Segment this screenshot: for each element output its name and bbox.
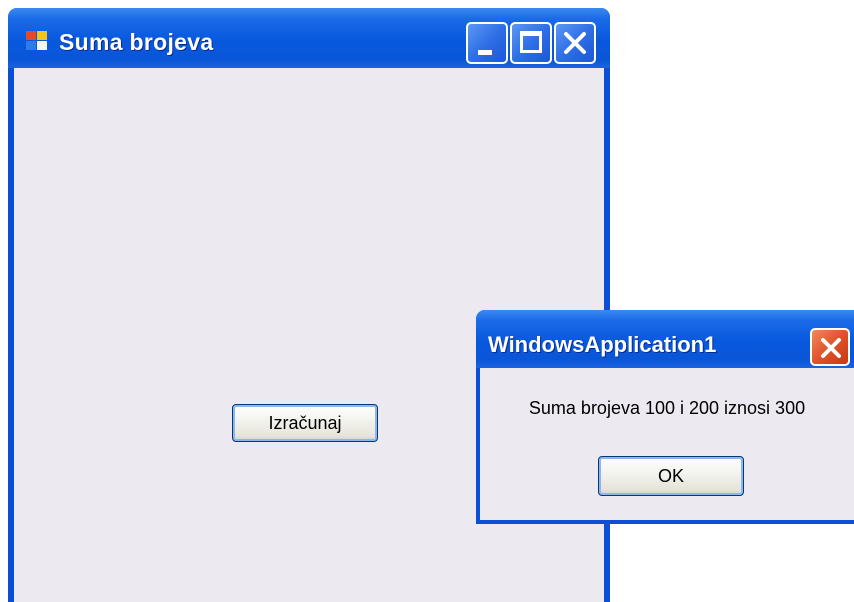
maximize-icon <box>520 31 542 53</box>
message-box-title: WindowsApplication1 <box>488 332 717 357</box>
minimize-button[interactable] <box>466 22 508 64</box>
close-icon <box>821 338 841 358</box>
minimize-icon <box>478 50 492 55</box>
close-button[interactable] <box>554 22 596 64</box>
close-icon <box>564 32 586 54</box>
application-window-icon <box>26 31 48 51</box>
message-box: WindowsApplication1 Suma brojeva 100 i 2… <box>476 310 854 524</box>
message-box-client-area: Suma brojeva 100 i 200 iznosi 300 OK <box>480 368 854 520</box>
message-box-close-button[interactable] <box>810 328 850 366</box>
calculate-button[interactable]: Izračunaj <box>232 404 378 442</box>
message-box-titlebar[interactable]: WindowsApplication1 <box>476 310 854 368</box>
message-text: Suma brojeva 100 i 200 iznosi 300 <box>528 398 806 418</box>
window-title: Suma brojeva <box>59 29 214 55</box>
maximize-button[interactable] <box>510 22 552 64</box>
ok-button[interactable]: OK <box>598 456 744 496</box>
main-titlebar[interactable]: Suma brojeva <box>8 8 610 68</box>
